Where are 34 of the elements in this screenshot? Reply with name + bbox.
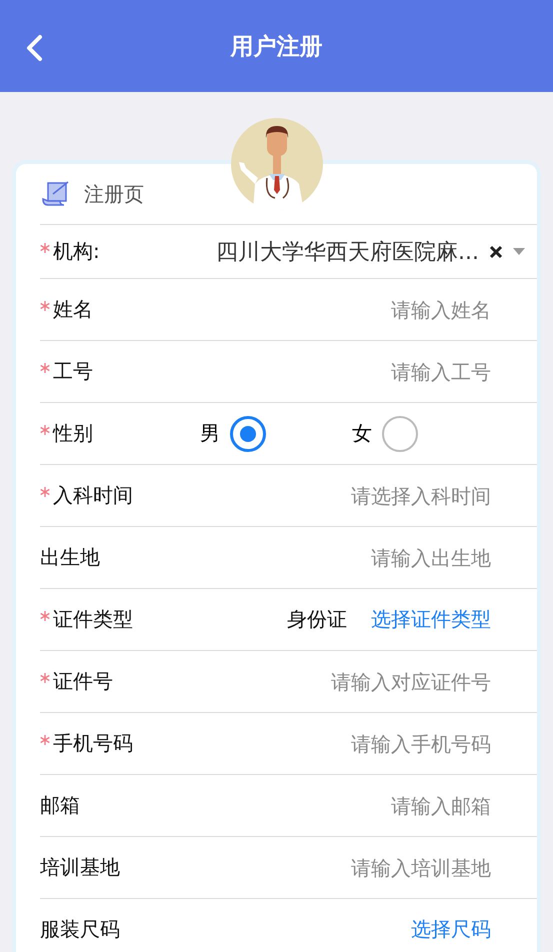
field-label: 服装尺码: [40, 916, 120, 943]
field-label: 入科时间: [53, 482, 133, 509]
back-icon[interactable]: [24, 34, 44, 62]
input-field[interactable]: 请选择入科时间: [133, 484, 491, 508]
field-label: 工号: [53, 358, 93, 385]
input-field[interactable]: 请输入姓名: [93, 298, 491, 322]
select-link[interactable]: 选择尺码: [411, 916, 491, 943]
caret-icon[interactable]: [513, 248, 525, 256]
field-value: 身份证: [287, 606, 347, 633]
input-field[interactable]: 请输入培训基地: [120, 856, 491, 880]
input-field[interactable]: 请输入工号: [93, 360, 491, 384]
input-field[interactable]: 请输入邮箱: [80, 794, 491, 818]
option-label: 男: [200, 420, 220, 447]
field-label: 姓名: [53, 296, 93, 323]
field-label: 邮箱: [40, 792, 80, 819]
select-link[interactable]: 选择证件类型: [371, 606, 491, 633]
option-label: 女: [352, 420, 372, 447]
scroll-icon: [40, 181, 70, 207]
field-label: 证件号: [53, 668, 113, 695]
radio-button[interactable]: [230, 416, 266, 452]
field-label: 性别: [53, 420, 93, 447]
clear-icon[interactable]: [489, 244, 503, 258]
select-value[interactable]: 四川大学华西天府医院麻...: [216, 236, 479, 266]
field-label: 手机号码: [53, 730, 133, 757]
card-title: 注册页: [84, 180, 144, 208]
field-label: 出生地: [40, 544, 100, 571]
input-field[interactable]: 请输入出生地: [100, 546, 491, 570]
radio-button[interactable]: [382, 416, 418, 452]
field-label: 机构:: [53, 238, 100, 265]
page-title: 用户注册: [230, 32, 322, 62]
input-field[interactable]: 请输入手机号码: [133, 732, 491, 756]
input-field[interactable]: 请输入对应证件号: [113, 670, 491, 694]
field-label: 证件类型: [53, 606, 133, 633]
field-label: 培训基地: [40, 854, 120, 881]
